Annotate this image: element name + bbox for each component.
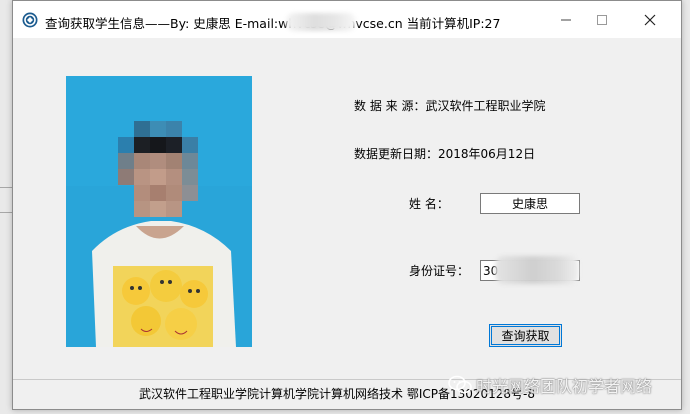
name-label: 姓 名：: [409, 197, 449, 211]
app-icon: [22, 12, 38, 28]
backdrop-line: [0, 212, 12, 213]
watermark: 时光网络团队初学者网络: [448, 373, 678, 397]
watermark-text: 时光网络团队初学者网络: [476, 377, 653, 396]
id-number-redaction: [495, 256, 579, 284]
window-title: 查询获取学生信息——By: 史康思 E-mail:whvcse@whvcse.c…: [45, 16, 501, 31]
name-field-value: 史康思: [511, 197, 548, 211]
blurred-ip: [286, 13, 356, 31]
maximize-icon: [597, 14, 607, 25]
close-icon: [644, 14, 656, 25]
app-window: 查询获取学生信息——By: 史康思 E-mail:whvcse@whvcse.c…: [12, 0, 682, 410]
student-portrait-image: [66, 76, 252, 347]
student-photo: [66, 76, 252, 347]
update-date-label: 数据更新日期：2018年06月12日: [354, 147, 536, 161]
name-field[interactable]: 史康思: [480, 193, 580, 214]
close-button[interactable]: [627, 1, 673, 38]
title-bar[interactable]: 查询获取学生信息——By: 史康思 E-mail:whvcse@whvcse.c…: [13, 1, 681, 38]
query-button[interactable]: 查询获取: [489, 324, 562, 347]
backdrop-line: [0, 187, 12, 188]
maximize-button[interactable]: [579, 1, 625, 38]
id-number-label: 身份证号：: [409, 264, 470, 278]
data-source-label: 数 据 来 源：武汉软件工程职业学院: [354, 99, 546, 113]
minimize-icon: [561, 19, 571, 20]
id-number-field[interactable]: 30: [480, 256, 580, 284]
wechat-icon: [448, 375, 472, 394]
